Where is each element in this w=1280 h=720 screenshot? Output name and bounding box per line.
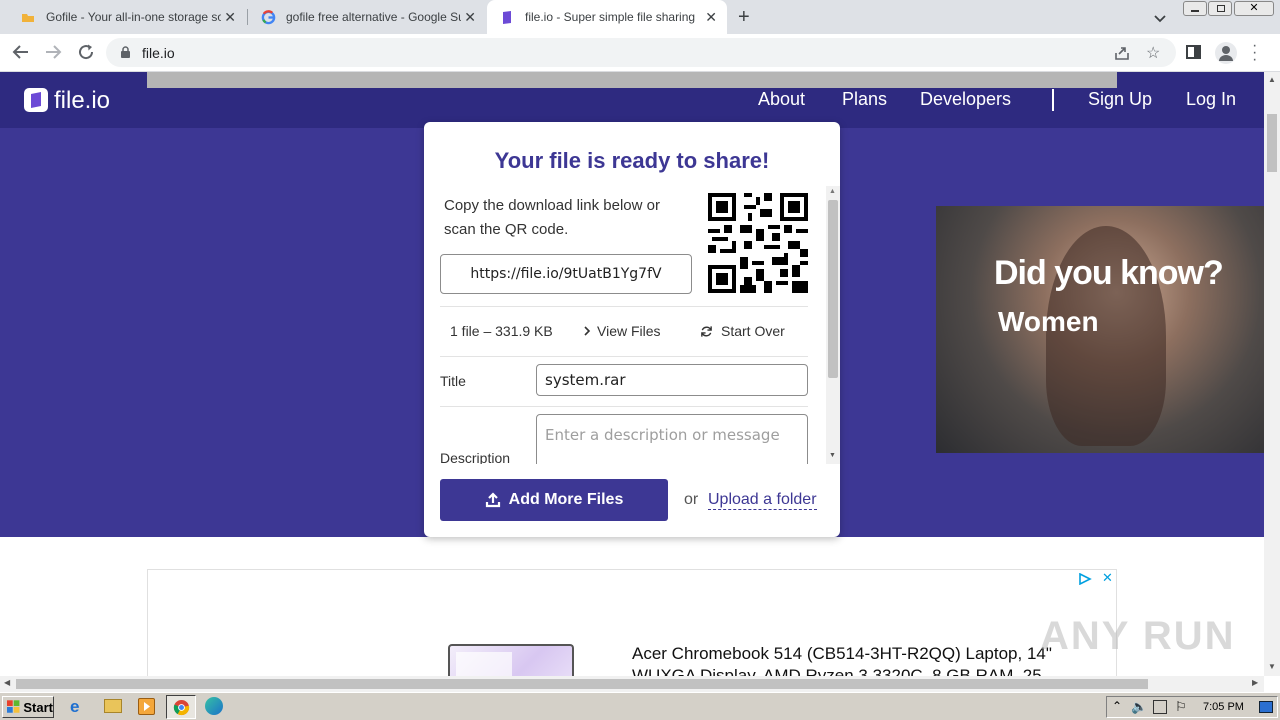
- product-ad[interactable]: ✕ Acer Chromebook 514 (CB514-3HT-R2QQ) L…: [147, 569, 1117, 676]
- tab-gofile[interactable]: Gofile - Your all-in-one storage soluti …: [8, 0, 246, 34]
- show-desktop-icon[interactable]: [1259, 701, 1273, 713]
- tab-strip: Gofile - Your all-in-one storage soluti …: [0, 0, 1280, 34]
- ie-icon[interactable]: e: [70, 697, 79, 717]
- anyrun-watermark: ANY RUN: [1040, 614, 1236, 658]
- edge-icon[interactable]: [205, 697, 223, 715]
- taskbar-chrome-button[interactable]: [166, 695, 196, 719]
- close-icon[interactable]: ✕: [224, 9, 236, 26]
- sign-up-link[interactable]: Sign Up: [1088, 89, 1152, 110]
- nav-divider: [1052, 89, 1054, 111]
- window-close-button[interactable]: ✕: [1234, 1, 1274, 16]
- windows-logo-icon: [7, 700, 20, 713]
- tab-title: Gofile - Your all-in-one storage soluti: [46, 10, 221, 24]
- ad-banner[interactable]: Did you know? Women: [936, 206, 1264, 453]
- bookmark-star-icon[interactable]: ☆: [1146, 43, 1160, 63]
- file-info-text: 1 file – 331.9 KB: [450, 323, 553, 339]
- volume-icon[interactable]: 🔈: [1131, 699, 1147, 715]
- start-button[interactable]: Start: [2, 696, 54, 718]
- nav-about-link[interactable]: About: [758, 89, 805, 110]
- or-text: or: [684, 491, 699, 508]
- lock-icon[interactable]: [120, 46, 131, 64]
- media-player-icon[interactable]: [138, 698, 155, 715]
- laptop-image: [448, 644, 574, 676]
- share-icon[interactable]: [1114, 45, 1130, 66]
- new-tab-icon[interactable]: +: [738, 6, 750, 29]
- tab-google-search[interactable]: gofile free alternative - Google Suche ✕: [248, 0, 486, 34]
- qr-code-image: [708, 193, 808, 293]
- ad-headline: Did you know?: [994, 254, 1224, 292]
- restore-button[interactable]: [1208, 1, 1232, 16]
- title-input[interactable]: system.rar: [536, 364, 808, 396]
- nav-plans-link[interactable]: Plans: [842, 89, 887, 110]
- side-panel-icon[interactable]: [1186, 45, 1201, 59]
- fileio-logo-icon[interactable]: [24, 88, 48, 112]
- chrome-icon: [173, 699, 190, 716]
- tab-search-chevron-icon[interactable]: [1154, 10, 1166, 28]
- card-scrollbar[interactable]: ▲ ▼: [826, 186, 840, 464]
- logo-text[interactable]: file.io: [54, 87, 110, 115]
- log-in-link[interactable]: Log In: [1186, 89, 1236, 110]
- action-center-flag-icon[interactable]: ⚐: [1175, 699, 1187, 715]
- instructions-text: Copy the download link below or scan the…: [444, 197, 660, 238]
- browser-toolbar: file.io ☆ · · ·: [0, 34, 1280, 72]
- network-icon[interactable]: [1153, 700, 1167, 714]
- windows-taskbar: Start e ⌃ 🔈 ⚐ 7:05 PM: [0, 692, 1280, 720]
- description-label: Description: [440, 450, 511, 464]
- card-title: Your file is ready to share!: [494, 148, 770, 173]
- download-link-field[interactable]: https://file.io/9tUatB1Yg7fV: [440, 254, 692, 294]
- horizontal-scroll-thumb[interactable]: [16, 679, 1148, 689]
- page-content: file.io About Plans Developers Sign Up L…: [0, 72, 1264, 676]
- page-vertical-scrollbar[interactable]: ▲ ▼: [1264, 72, 1280, 676]
- upload-folder-link[interactable]: Upload a folder: [708, 491, 817, 510]
- description-textarea[interactable]: Enter a description or message: [536, 414, 808, 464]
- ad-close-icon[interactable]: ✕: [1102, 570, 1113, 586]
- url-text: file.io: [142, 45, 175, 61]
- ad-subline: Women: [998, 306, 1099, 337]
- share-card: Your file is ready to share! Copy the do…: [424, 122, 840, 537]
- add-more-files-button[interactable]: Add More Files: [440, 479, 668, 521]
- product-title-line1: Acer Chromebook 514 (CB514-3HT-R2QQ) Lap…: [632, 644, 1052, 663]
- card-scroll-area[interactable]: Copy the download link below or scan the…: [440, 186, 824, 464]
- forward-icon[interactable]: [44, 43, 62, 66]
- chevron-right-icon: [584, 326, 591, 336]
- tab-title: gofile free alternative - Google Suche: [286, 10, 461, 24]
- page-horizontal-scrollbar[interactable]: ◀ ▶: [0, 676, 1264, 692]
- refresh-icon: [701, 325, 712, 337]
- nav-developers-link[interactable]: Developers: [920, 89, 1011, 110]
- product-title-line2: WUXGA Display, AMD Ryzen 3 3320C, 8 GB R…: [632, 666, 1042, 676]
- fileio-favicon-icon: [499, 9, 515, 25]
- adchoices-icon[interactable]: [1078, 572, 1092, 590]
- close-icon[interactable]: ✕: [464, 9, 476, 26]
- page-scroll-thumb[interactable]: [1267, 114, 1277, 172]
- system-tray: ⌃ 🔈 ⚐ 7:05 PM: [1106, 696, 1278, 718]
- start-over-button[interactable]: Start Over: [700, 323, 785, 339]
- google-favicon-icon: [260, 9, 276, 25]
- minimize-button[interactable]: [1183, 1, 1207, 16]
- gofile-favicon-icon: [20, 9, 36, 25]
- menu-kebab-icon[interactable]: · · ·: [1252, 38, 1257, 68]
- tab-title: file.io - Super simple file sharing: [525, 10, 696, 24]
- card-scroll-thumb[interactable]: [828, 200, 838, 378]
- clock-time[interactable]: 7:05 PM: [1203, 701, 1244, 713]
- tab-fileio[interactable]: file.io - Super simple file sharing ✕: [487, 0, 727, 34]
- top-ad-placeholder: [147, 72, 1117, 88]
- tray-expand-icon[interactable]: ⌃: [1112, 699, 1122, 713]
- address-bar[interactable]: file.io ☆: [106, 38, 1176, 67]
- upload-icon: [485, 492, 500, 508]
- explorer-folder-icon[interactable]: [104, 699, 122, 713]
- close-icon[interactable]: ✕: [705, 9, 717, 26]
- title-label: Title: [440, 373, 466, 389]
- view-files-button[interactable]: View Files: [582, 323, 661, 339]
- reload-icon[interactable]: [77, 43, 95, 66]
- profile-avatar-icon[interactable]: [1215, 42, 1237, 64]
- back-icon[interactable]: [12, 43, 30, 66]
